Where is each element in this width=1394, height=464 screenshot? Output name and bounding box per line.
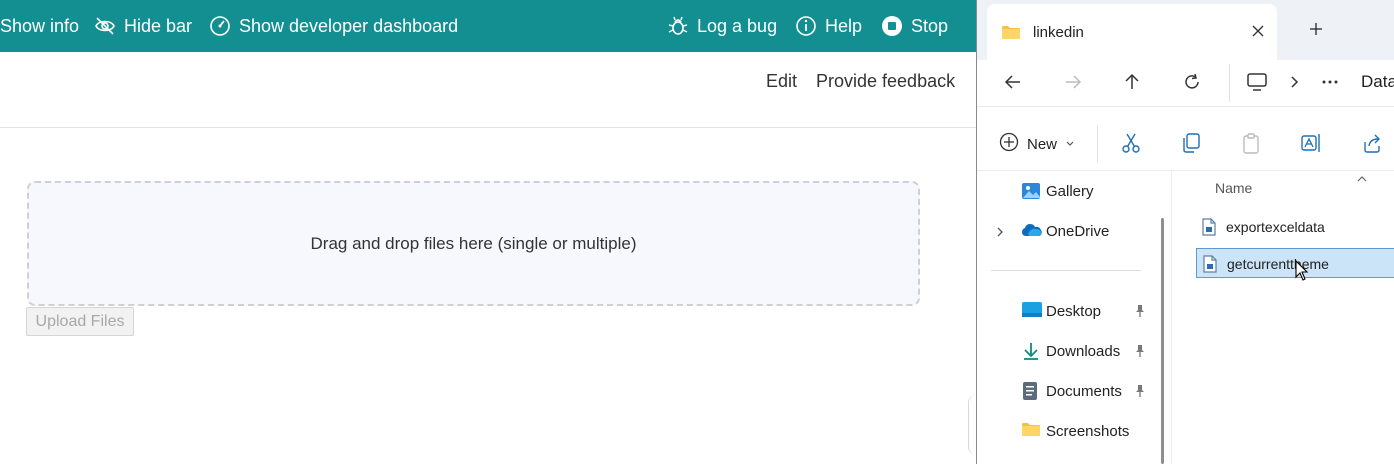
- log-a-bug-button[interactable]: Log a bug: [667, 0, 777, 52]
- nav-item-gallery[interactable]: Gallery: [977, 173, 1157, 209]
- file-dropzone[interactable]: Drag and drop files here (single or mult…: [27, 181, 920, 306]
- stop-label: Stop: [911, 16, 949, 36]
- provide-feedback-link[interactable]: Provide feedback: [816, 71, 955, 92]
- gallery-icon: [1021, 181, 1041, 206]
- bug-icon: [667, 15, 689, 37]
- paste-clipboard-icon[interactable]: [1241, 132, 1261, 159]
- forward-arrow-icon[interactable]: [1063, 72, 1083, 97]
- log-a-bug-label: Log a bug: [697, 16, 778, 36]
- cut-scissors-icon[interactable]: [1121, 132, 1141, 159]
- nav-divider: [1229, 64, 1230, 102]
- documents-icon: [1021, 381, 1039, 406]
- pin-icon: [1134, 304, 1146, 323]
- column-header-name[interactable]: Name: [1215, 180, 1252, 196]
- top-action-bar: Show info Hide bar Show developer dashbo…: [0, 0, 976, 52]
- chevron-right-icon[interactable]: [1289, 72, 1301, 97]
- copy-icon[interactable]: [1181, 132, 1201, 159]
- address-bar-separator: [977, 106, 1394, 107]
- file-name: exportexceldata: [1226, 219, 1325, 235]
- refresh-icon[interactable]: [1182, 72, 1202, 97]
- upload-files-button[interactable]: Upload Files: [26, 307, 134, 336]
- new-tab-plus-icon[interactable]: [1308, 21, 1324, 42]
- dashboard-gauge-icon: [209, 15, 231, 37]
- nav-item-downloads[interactable]: Downloads: [977, 333, 1157, 369]
- pin-icon: [1134, 384, 1146, 403]
- tab-linkedin[interactable]: linkedin: [987, 4, 1277, 68]
- mouse-pointer-icon: [1295, 259, 1309, 287]
- hide-bar-button[interactable]: Hide bar: [94, 0, 192, 52]
- back-arrow-icon[interactable]: [1003, 72, 1023, 97]
- explorer-command-bar: New: [977, 118, 1394, 168]
- chevron-down-icon: [1065, 136, 1075, 154]
- up-arrow-icon[interactable]: [1122, 72, 1142, 97]
- chevron-right-icon[interactable]: [995, 225, 1005, 243]
- nav-item-onedrive[interactable]: OneDrive: [977, 213, 1157, 249]
- plus-circle-icon: [999, 132, 1019, 157]
- upload-area: Drag and drop files here (single or mult…: [0, 129, 976, 464]
- help-icon: [795, 15, 817, 37]
- download-icon: [1021, 341, 1041, 366]
- nav-item-desktop[interactable]: Desktop: [977, 293, 1157, 329]
- desktop-icon: [1021, 301, 1043, 324]
- show-info-label: Show info: [0, 16, 80, 36]
- file-explorer-window: linkedin Data New Gallery OneDrive Deskt…: [976, 0, 1394, 464]
- pin-icon: [1134, 344, 1146, 363]
- edit-link[interactable]: Edit: [766, 71, 797, 92]
- file-name: getcurrenttheme: [1227, 256, 1329, 272]
- show-developer-dashboard-button[interactable]: Show developer dashboard: [209, 0, 458, 52]
- navigation-pane: Gallery OneDrive Desktop Downloads Docum…: [977, 171, 1171, 464]
- explorer-address-bar: Data: [977, 60, 1394, 106]
- folder-icon: [1021, 421, 1041, 442]
- more-ellipsis-icon[interactable]: [1321, 72, 1339, 97]
- hide-bar-label: Hide bar: [124, 16, 193, 36]
- this-pc-monitor-icon[interactable]: [1246, 72, 1268, 97]
- nav-item-label: Documents: [1046, 383, 1122, 400]
- file-row[interactable]: exportexceldata: [1196, 212, 1394, 242]
- new-button[interactable]: New: [999, 132, 1075, 157]
- nav-item-label: Screenshots: [1046, 423, 1130, 440]
- help-label: Help: [825, 16, 863, 36]
- close-icon[interactable]: [1251, 24, 1265, 43]
- nav-item-label: Desktop: [1046, 303, 1102, 320]
- nav-item-label: OneDrive: [1046, 223, 1110, 240]
- script-file-icon: [1202, 255, 1218, 278]
- eye-off-icon: [94, 16, 116, 36]
- new-label: New: [1027, 136, 1058, 153]
- explorer-tab-strip: linkedin: [977, 0, 1394, 68]
- dropzone-text: Drag and drop files here (single or mult…: [310, 233, 637, 253]
- nav-pane-scrollbar[interactable]: [1161, 218, 1164, 464]
- nav-item-label: Downloads: [1046, 343, 1121, 360]
- help-button[interactable]: Help: [795, 0, 862, 52]
- nav-item-documents[interactable]: Documents: [977, 373, 1157, 409]
- breadcrumb-data[interactable]: Data: [1361, 72, 1394, 92]
- show-info-button[interactable]: Show info: [0, 0, 79, 52]
- onedrive-cloud-icon: [1021, 221, 1043, 244]
- nav-item-label: Gallery: [1046, 183, 1094, 200]
- page-subheader: Edit Provide feedback: [0, 52, 976, 128]
- share-icon[interactable]: [1361, 132, 1383, 159]
- nav-item-screenshots[interactable]: Screenshots: [977, 413, 1157, 449]
- stop-button[interactable]: Stop: [881, 0, 948, 52]
- script-file-icon: [1201, 218, 1217, 241]
- show-developer-dashboard-label: Show developer dashboard: [239, 16, 459, 36]
- folder-icon: [1001, 24, 1021, 45]
- toolbar-divider: [1097, 126, 1098, 162]
- stop-icon: [881, 15, 903, 37]
- panel-edge-decoration: [968, 395, 976, 455]
- file-list-pane: Name exportexceldata getcurrenttheme: [1172, 171, 1394, 464]
- sort-ascending-caret-icon: [1356, 171, 1368, 189]
- tab-title: linkedin: [1033, 24, 1084, 41]
- rename-icon[interactable]: [1300, 132, 1322, 159]
- nav-pane-divider: [991, 270, 1141, 271]
